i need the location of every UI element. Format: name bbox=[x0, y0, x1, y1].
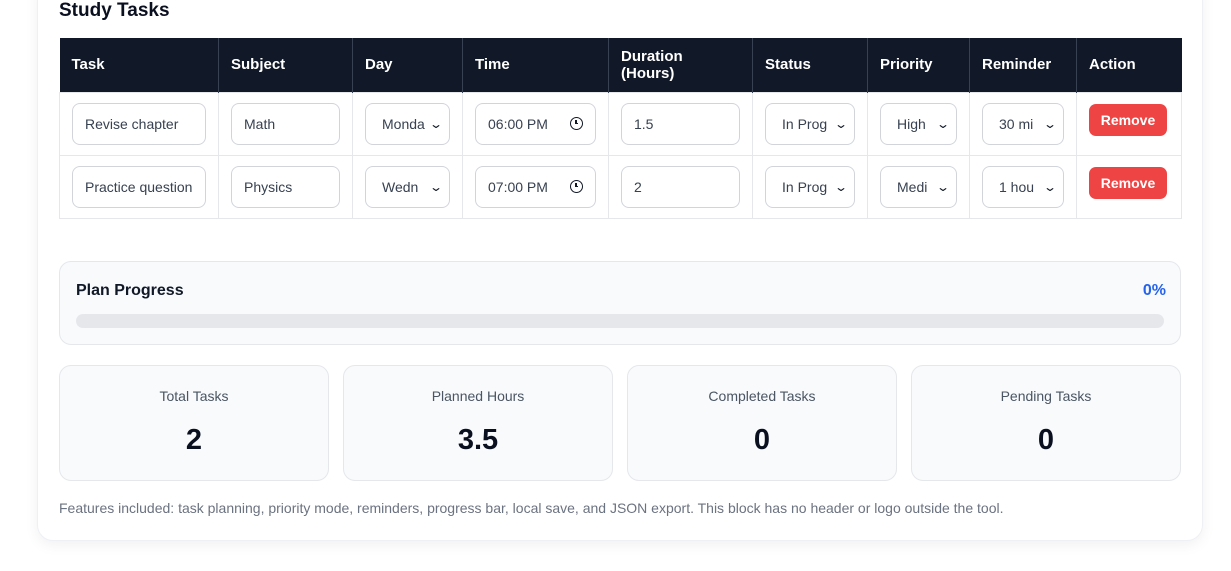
priority-select-value: High bbox=[897, 115, 926, 132]
stat-label: Completed Tasks bbox=[708, 388, 816, 404]
cell-reminder: 30 mi ⌄ bbox=[969, 91, 1077, 156]
section-title: Study Tasks bbox=[59, 0, 170, 21]
reminder-select[interactable]: 30 mi ⌄ bbox=[982, 102, 1064, 145]
cell-time: 07:00 PM bbox=[462, 154, 609, 219]
task-input[interactable]: Practice question bbox=[72, 165, 206, 208]
cell-duration: 2 bbox=[608, 154, 753, 219]
cell-time: 06:00 PM bbox=[462, 91, 609, 156]
reminder-select-value: 30 mi bbox=[999, 115, 1034, 132]
chevron-down-icon: ⌄ bbox=[1042, 116, 1058, 131]
subject-input[interactable]: Math bbox=[231, 102, 340, 145]
cell-reminder: 1 hou ⌄ bbox=[969, 154, 1077, 219]
remove-button[interactable]: Remove bbox=[1089, 103, 1167, 136]
time-input-value: 07:00 PM bbox=[488, 178, 548, 195]
stat-value: 2 bbox=[185, 424, 203, 456]
status-select[interactable]: In Prog ⌄ bbox=[765, 165, 855, 208]
priority-select[interactable]: High ⌄ bbox=[880, 102, 957, 145]
header-status: Status bbox=[752, 38, 868, 92]
stat-total-tasks: Total Tasks 2 bbox=[59, 365, 329, 481]
task-input[interactable]: Revise chapter bbox=[72, 102, 206, 145]
priority-select-value: Medi bbox=[897, 178, 928, 195]
table-row: Practice question Physics Wedn ⌄ 07:00 PM… bbox=[59, 154, 1182, 219]
header-reminder: Reminder bbox=[969, 38, 1077, 92]
cell-status: In Prog ⌄ bbox=[752, 154, 868, 219]
duration-input[interactable]: 2 bbox=[621, 165, 740, 208]
day-select-value: Monda bbox=[382, 115, 425, 132]
chevron-down-icon: ⌄ bbox=[935, 116, 951, 131]
plan-progress-panel: Plan Progress 0% bbox=[59, 261, 1181, 345]
header-subject: Subject bbox=[218, 38, 353, 92]
cell-action: Remove bbox=[1076, 154, 1182, 219]
cell-status: In Prog ⌄ bbox=[752, 91, 868, 156]
chevron-down-icon: ⌄ bbox=[833, 179, 849, 194]
features-footnote: Features included: task planning, priori… bbox=[59, 500, 1004, 516]
remove-button[interactable]: Remove bbox=[1089, 166, 1167, 199]
status-select[interactable]: In Prog ⌄ bbox=[765, 102, 855, 145]
tasks-table: Task Subject Day Time Duration (Hours) S… bbox=[59, 38, 1182, 219]
clock-icon[interactable] bbox=[570, 117, 583, 130]
cell-priority: High ⌄ bbox=[867, 91, 970, 156]
stat-label: Pending Tasks bbox=[1000, 388, 1092, 404]
progress-label: Plan Progress bbox=[76, 282, 184, 299]
chevron-down-icon: ⌄ bbox=[833, 116, 849, 131]
stat-value: 0 bbox=[1037, 424, 1055, 456]
stat-pending-tasks: Pending Tasks 0 bbox=[911, 365, 1181, 481]
status-select-value: In Prog bbox=[782, 115, 828, 132]
day-select-value: Wedn bbox=[382, 178, 419, 195]
cell-subject: Physics bbox=[218, 154, 353, 219]
header-time: Time bbox=[462, 38, 609, 92]
progress-bar bbox=[76, 314, 1164, 328]
stat-completed-tasks: Completed Tasks 0 bbox=[627, 365, 897, 481]
stat-label: Planned Hours bbox=[431, 388, 525, 404]
cell-action: Remove bbox=[1076, 91, 1182, 156]
cell-task: Revise chapter bbox=[59, 91, 219, 156]
table-row: Revise chapter Math Monda ⌄ 06:00 PM 1.5 … bbox=[59, 91, 1182, 156]
header-action: Action bbox=[1076, 38, 1182, 92]
cell-day: Wedn ⌄ bbox=[352, 154, 463, 219]
status-select-value: In Prog bbox=[782, 178, 828, 195]
cell-subject: Math bbox=[218, 91, 353, 156]
clock-icon[interactable] bbox=[570, 180, 583, 193]
cell-task: Practice question bbox=[59, 154, 219, 219]
subject-input[interactable]: Physics bbox=[231, 165, 340, 208]
day-select[interactable]: Wedn ⌄ bbox=[365, 165, 450, 208]
chevron-down-icon: ⌄ bbox=[1042, 179, 1058, 194]
header-duration: Duration (Hours) bbox=[608, 38, 753, 92]
cell-priority: Medi ⌄ bbox=[867, 154, 970, 219]
day-select[interactable]: Monda ⌄ bbox=[365, 102, 450, 145]
table-header-row: Task Subject Day Time Duration (Hours) S… bbox=[59, 38, 1182, 92]
chevron-down-icon: ⌄ bbox=[428, 116, 444, 131]
stat-value: 0 bbox=[753, 424, 771, 456]
time-input-value: 06:00 PM bbox=[488, 115, 548, 132]
progress-percent: 0% bbox=[1142, 282, 1166, 299]
stat-label: Total Tasks bbox=[159, 388, 229, 404]
reminder-select-value: 1 hou bbox=[999, 178, 1035, 195]
priority-select[interactable]: Medi ⌄ bbox=[880, 165, 957, 208]
time-input[interactable]: 06:00 PM bbox=[475, 102, 596, 145]
duration-input[interactable]: 1.5 bbox=[621, 102, 740, 145]
stat-planned-hours: Planned Hours 3.5 bbox=[343, 365, 613, 481]
header-task: Task bbox=[59, 38, 219, 92]
cell-duration: 1.5 bbox=[608, 91, 753, 156]
cell-day: Monda ⌄ bbox=[352, 91, 463, 156]
chevron-down-icon: ⌄ bbox=[428, 179, 444, 194]
time-input[interactable]: 07:00 PM bbox=[475, 165, 596, 208]
header-day: Day bbox=[352, 38, 463, 92]
reminder-select[interactable]: 1 hou ⌄ bbox=[982, 165, 1064, 208]
header-priority: Priority bbox=[867, 38, 970, 92]
chevron-down-icon: ⌄ bbox=[935, 179, 951, 194]
stat-value: 3.5 bbox=[457, 424, 499, 456]
